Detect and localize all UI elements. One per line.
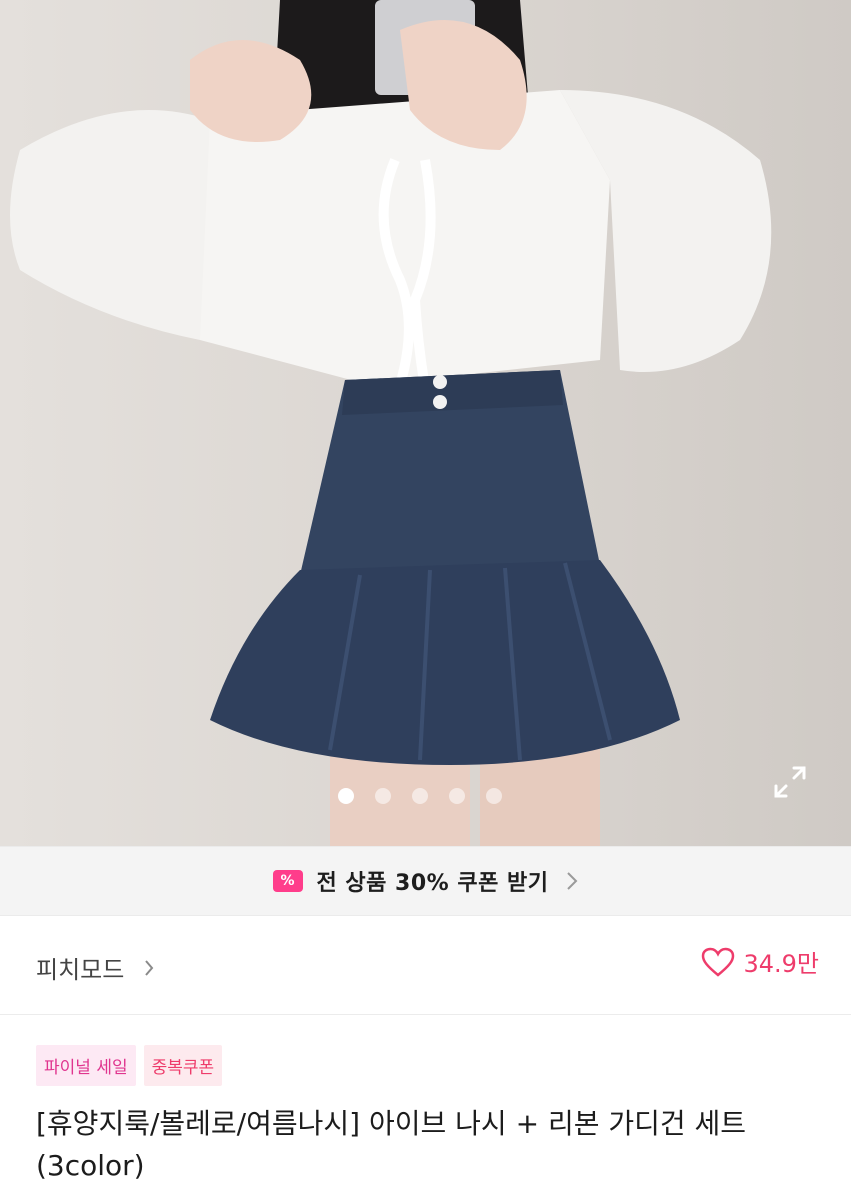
product-image-gallery[interactable] [0, 0, 851, 846]
like-count: 34.9만 [743, 950, 819, 978]
slide-dot[interactable] [412, 788, 428, 804]
product-photo [0, 0, 851, 846]
product-title: [휴양지룩/볼레로/여름나시] 아이브 나시 + 리본 가디건 세트 (3col… [36, 1107, 747, 1182]
chevron-right-icon [145, 959, 154, 976]
coupon-banner[interactable]: % 전 상품 30% 쿠폰 받기 [0, 846, 851, 916]
slide-dot[interactable] [449, 788, 465, 804]
expand-button[interactable] [770, 762, 814, 806]
slide-dot[interactable] [338, 788, 354, 804]
heart-icon [702, 947, 735, 977]
like-button[interactable]: 34.9만 [701, 944, 819, 979]
slide-dot[interactable] [486, 788, 502, 804]
badge-list: 파이널 세일 중복쿠폰 [36, 1045, 223, 1086]
store-name: 피치모드 [36, 956, 125, 984]
sale-badge: 파이널 세일 [36, 1045, 136, 1086]
store-link[interactable]: 피치모드 [36, 950, 154, 985]
slide-dot[interactable] [375, 788, 391, 804]
slide-indicator [338, 788, 502, 806]
coupon-icon: % [272, 870, 303, 892]
coupon-badge: 중복쿠폰 [143, 1045, 223, 1086]
chevron-right-icon [567, 872, 578, 890]
expand-icon [774, 766, 806, 798]
coupon-label: 전 상품 30% 쿠폰 받기 [316, 871, 549, 896]
store-row: 피치모드 34.9만 [0, 914, 851, 1015]
